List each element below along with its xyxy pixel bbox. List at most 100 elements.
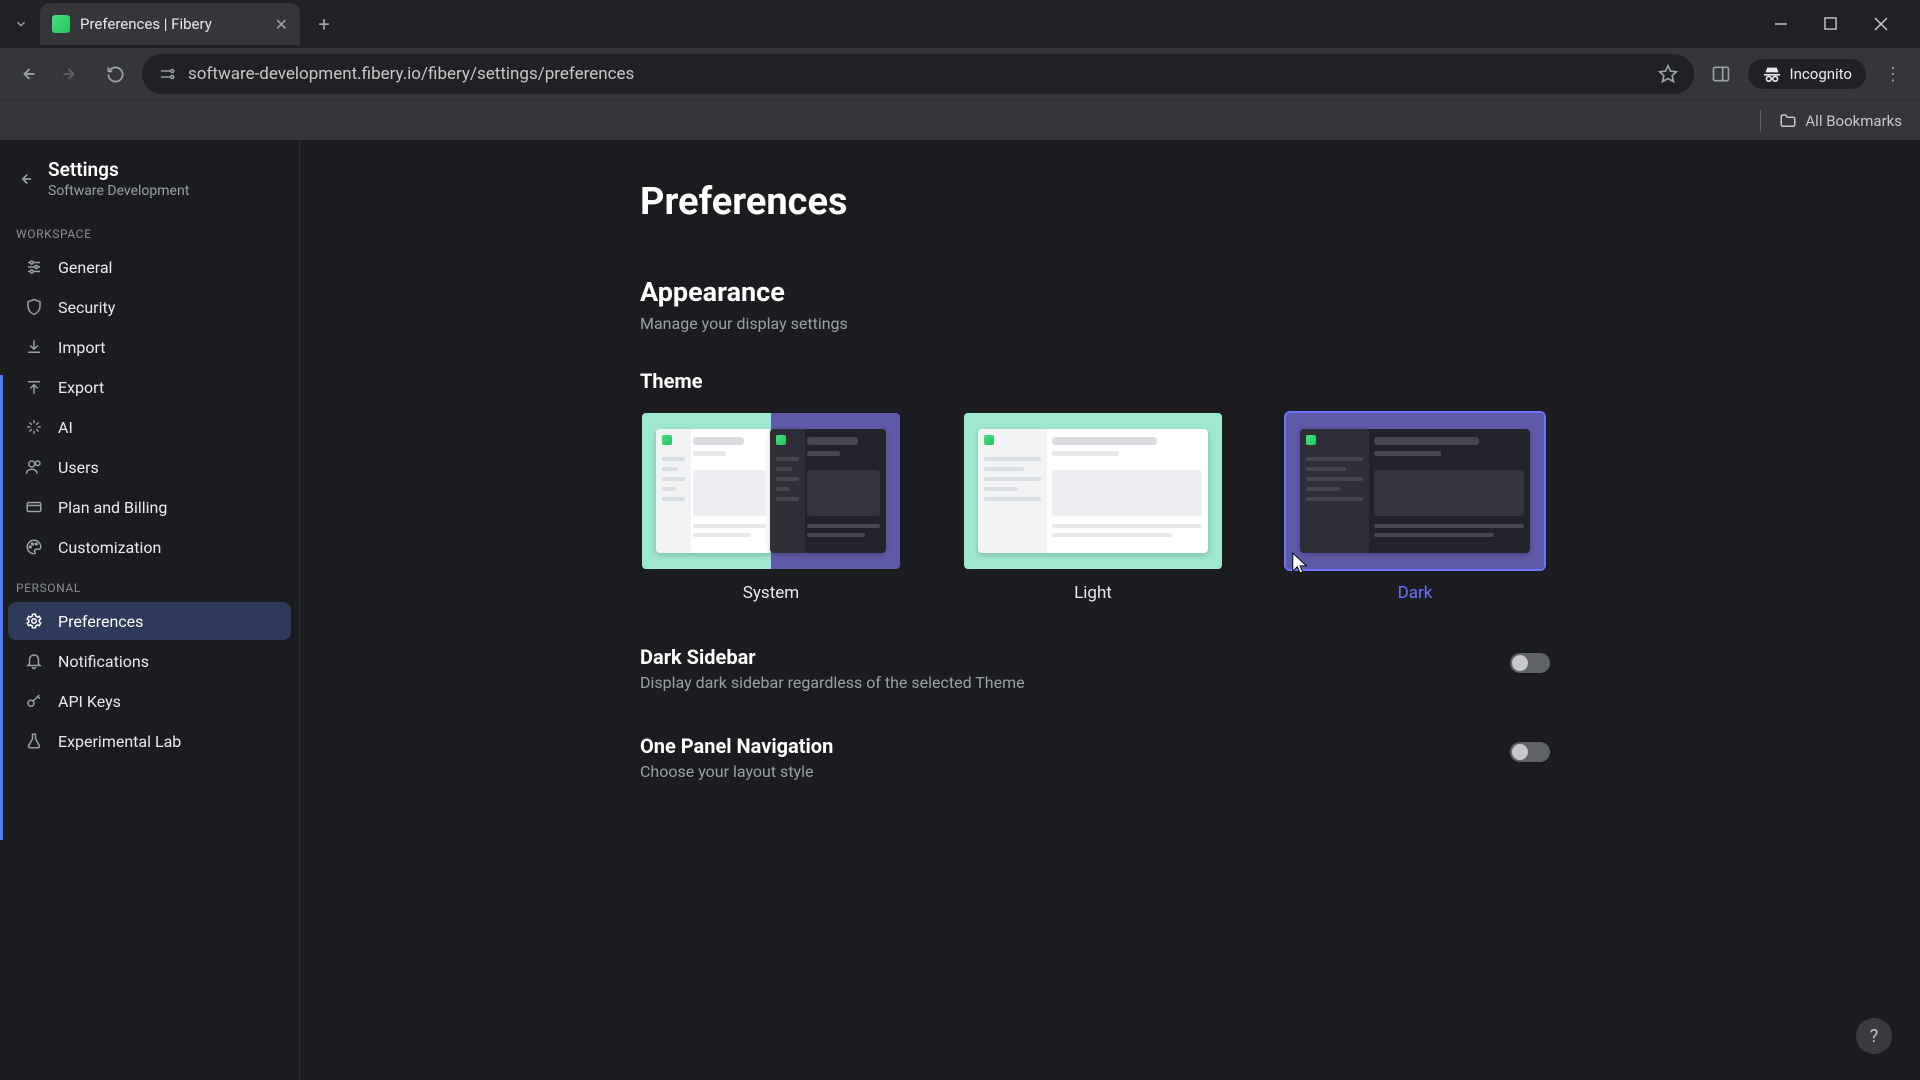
- gear-icon: [24, 611, 44, 631]
- sidebar-item-label: AI: [58, 418, 73, 437]
- favicon-icon: [52, 15, 70, 33]
- sidebar-item-label: Customization: [58, 538, 161, 557]
- site-info-icon[interactable]: [158, 65, 176, 83]
- tabs-dropdown-icon[interactable]: [8, 11, 34, 37]
- sidebar-item-preferences[interactable]: Preferences: [8, 602, 291, 640]
- sidebar-item-ai[interactable]: AI: [8, 408, 291, 446]
- section-label-workspace: WORKSPACE: [0, 213, 299, 247]
- sidebar-subtitle: Software Development: [48, 183, 189, 199]
- sidebar-title: Settings: [48, 158, 189, 181]
- theme-label-system: System: [743, 583, 799, 603]
- browser-toolbar: software-development.fibery.io/fibery/se…: [0, 48, 1920, 100]
- bell-icon: [24, 651, 44, 671]
- theme-options: System Light: [640, 411, 1560, 603]
- folder-icon: [1779, 112, 1797, 130]
- divider: [1760, 110, 1761, 132]
- sidebar-item-general[interactable]: General: [8, 248, 291, 286]
- sidebar-item-notifications[interactable]: Notifications: [8, 642, 291, 680]
- shield-icon: [24, 297, 44, 317]
- theme-preview-light: [962, 411, 1224, 571]
- theme-option-light[interactable]: Light: [962, 411, 1224, 603]
- address-bar[interactable]: software-development.fibery.io/fibery/se…: [142, 54, 1694, 94]
- sidebar-item-label: Export: [58, 378, 104, 397]
- one-panel-title: One Panel Navigation: [640, 734, 1510, 758]
- sliders-icon: [24, 257, 44, 277]
- sidebar-item-label: Import: [58, 338, 106, 357]
- sparkle-icon: [24, 417, 44, 437]
- appearance-title: Appearance: [640, 276, 1560, 308]
- window-controls: [1774, 17, 1920, 31]
- reload-icon[interactable]: [98, 57, 132, 91]
- sidebar-item-label: API Keys: [58, 692, 121, 711]
- url-text: software-development.fibery.io/fibery/se…: [188, 64, 1646, 84]
- upload-icon: [24, 377, 44, 397]
- browser-menu-icon[interactable]: ⋮: [1876, 57, 1910, 91]
- sidebar-item-users[interactable]: Users: [8, 448, 291, 486]
- sidebar-item-experimental-lab[interactable]: Experimental Lab: [8, 722, 291, 760]
- close-tab-icon[interactable]: ✕: [275, 15, 288, 34]
- all-bookmarks-label: All Bookmarks: [1805, 112, 1902, 130]
- dark-sidebar-row: Dark Sidebar Display dark sidebar regard…: [640, 645, 1550, 692]
- close-window-icon[interactable]: [1874, 17, 1902, 31]
- sidebar-item-import[interactable]: Import: [8, 328, 291, 366]
- help-button[interactable]: ?: [1856, 1018, 1892, 1054]
- sidebar-item-label: Users: [58, 458, 99, 477]
- help-label: ?: [1870, 1026, 1879, 1047]
- theme-label-dark: Dark: [1398, 583, 1433, 603]
- theme-option-system[interactable]: System: [640, 411, 902, 603]
- download-icon: [24, 337, 44, 357]
- flask-icon: [24, 731, 44, 751]
- incognito-icon: [1762, 66, 1782, 82]
- bookmark-star-icon[interactable]: [1658, 64, 1678, 84]
- new-tab-button[interactable]: +: [308, 8, 340, 40]
- dark-sidebar-toggle[interactable]: [1510, 653, 1550, 673]
- all-bookmarks-button[interactable]: All Bookmarks: [1779, 112, 1902, 130]
- bookmarks-bar: All Bookmarks: [0, 100, 1920, 140]
- maximize-icon[interactable]: [1824, 17, 1852, 31]
- sidebar-item-label: Notifications: [58, 652, 149, 671]
- theme-label-light: Light: [1074, 583, 1112, 603]
- forward-icon[interactable]: [54, 57, 88, 91]
- settings-sidebar: Settings Software Development WORKSPACE …: [0, 140, 300, 1080]
- sidebar-item-label: Preferences: [58, 612, 143, 631]
- one-panel-row: One Panel Navigation Choose your layout …: [640, 734, 1550, 781]
- content-area: Preferences Appearance Manage your displ…: [300, 140, 1920, 1080]
- sidebar-item-label: Experimental Lab: [58, 732, 181, 751]
- sidebar-item-security[interactable]: Security: [8, 288, 291, 326]
- incognito-label: Incognito: [1790, 65, 1852, 83]
- one-panel-desc: Choose your layout style: [640, 762, 1510, 781]
- theme-label: Theme: [640, 369, 1560, 393]
- dark-sidebar-title: Dark Sidebar: [640, 645, 1510, 669]
- minimize-icon[interactable]: [1774, 17, 1802, 31]
- dark-sidebar-desc: Display dark sidebar regardless of the s…: [640, 673, 1510, 692]
- app: Settings Software Development WORKSPACE …: [0, 140, 1920, 1080]
- incognito-chip[interactable]: Incognito: [1748, 59, 1866, 89]
- key-icon: [24, 691, 44, 711]
- sidebar-item-api-keys[interactable]: API Keys: [8, 682, 291, 720]
- sidebar-item-label: General: [58, 258, 112, 277]
- theme-preview-dark: [1284, 411, 1546, 571]
- browser-chrome: Preferences | Fibery ✕ +: [0, 0, 1920, 140]
- page-title: Preferences: [640, 180, 1560, 224]
- sidebar-item-plan-billing[interactable]: Plan and Billing: [8, 488, 291, 526]
- palette-icon: [24, 537, 44, 557]
- browser-tab[interactable]: Preferences | Fibery ✕: [40, 3, 300, 45]
- one-panel-toggle[interactable]: [1510, 742, 1550, 762]
- sidebar-item-customization[interactable]: Customization: [8, 528, 291, 566]
- sidebar-header: Settings Software Development: [0, 140, 299, 213]
- side-panel-icon[interactable]: [1704, 57, 1738, 91]
- section-label-personal: PERSONAL: [0, 567, 299, 601]
- sidebar-accent: [0, 375, 3, 840]
- tab-title: Preferences | Fibery: [80, 15, 265, 33]
- users-icon: [24, 457, 44, 477]
- back-icon[interactable]: [10, 57, 44, 91]
- sidebar-back-icon[interactable]: [16, 170, 34, 188]
- sidebar-item-label: Security: [58, 298, 115, 317]
- tab-strip: Preferences | Fibery ✕ +: [0, 0, 1920, 48]
- theme-option-dark[interactable]: Dark: [1284, 411, 1546, 603]
- theme-preview-system: [640, 411, 902, 571]
- appearance-desc: Manage your display settings: [640, 314, 1560, 333]
- card-icon: [24, 497, 44, 517]
- sidebar-item-label: Plan and Billing: [58, 498, 167, 517]
- sidebar-item-export[interactable]: Export: [8, 368, 291, 406]
